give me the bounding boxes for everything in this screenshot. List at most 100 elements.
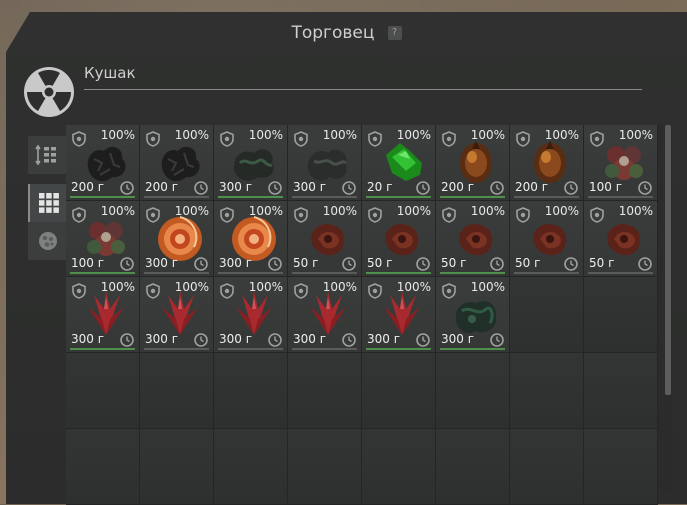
- help-button[interactable]: ?: [387, 25, 402, 40]
- empty-slot[interactable]: [140, 353, 214, 429]
- price-label: 300 г: [145, 332, 179, 346]
- empty-slot[interactable]: [584, 429, 658, 505]
- inventory-slot[interactable]: 100% 50 г: [288, 201, 362, 277]
- empty-slot[interactable]: [436, 429, 510, 505]
- price-label: 300 г: [219, 256, 253, 270]
- empty-slot[interactable]: [510, 353, 584, 429]
- inventory-slot[interactable]: 100% 300 г: [288, 125, 362, 201]
- inventory-slot[interactable]: 100% 50 г: [362, 201, 436, 277]
- scrollbar-thumb[interactable]: [665, 125, 671, 395]
- shield-icon: [516, 131, 530, 147]
- shield-icon: [294, 283, 308, 299]
- empty-slot[interactable]: [214, 429, 288, 505]
- shield-icon: [72, 207, 86, 223]
- empty-slot[interactable]: [584, 277, 658, 353]
- artifact-filter-button[interactable]: [28, 222, 68, 260]
- durability-label: 100%: [100, 280, 135, 294]
- inventory-slot[interactable]: 100% 200 г: [140, 125, 214, 201]
- price-label: 50 г: [589, 256, 615, 270]
- shield-icon: [72, 283, 86, 299]
- clock-icon: [268, 257, 282, 271]
- price-label: 300 г: [293, 332, 327, 346]
- inventory-slot[interactable]: 100% 200 г: [510, 125, 584, 201]
- shield-icon: [368, 207, 382, 223]
- inventory-slot[interactable]: 100% 200 г: [436, 125, 510, 201]
- empty-slot[interactable]: [510, 277, 584, 353]
- clock-icon: [416, 181, 430, 195]
- inventory-slot[interactable]: 100% 200 г: [66, 125, 140, 201]
- shield-icon: [368, 131, 382, 147]
- clock-icon: [194, 181, 208, 195]
- clock-icon: [268, 333, 282, 347]
- shield-icon: [72, 131, 86, 147]
- title-bar: Торговец ?: [6, 22, 687, 48]
- empty-slot[interactable]: [362, 353, 436, 429]
- inventory-slot[interactable]: 100% 300 г: [214, 277, 288, 353]
- clock-icon: [416, 257, 430, 271]
- inventory-grid: 100% 200 г 100% 200 г 100% 300 г 100% 300 г 100%…: [66, 125, 663, 505]
- inventory-slot[interactable]: 100% 50 г: [510, 201, 584, 277]
- shield-icon: [442, 283, 456, 299]
- price-label: 300 г: [145, 256, 179, 270]
- inventory-slot[interactable]: 100% 300 г: [66, 277, 140, 353]
- inventory-slot[interactable]: 100% 300 г: [288, 277, 362, 353]
- inventory-slot[interactable]: 100% 300 г: [362, 277, 436, 353]
- empty-slot[interactable]: [140, 429, 214, 505]
- durability-label: 100%: [470, 204, 505, 218]
- inventory-slot[interactable]: 100% 300 г: [140, 201, 214, 277]
- scrollbar[interactable]: [664, 125, 672, 492]
- durability-label: 100%: [396, 280, 431, 294]
- empty-slot[interactable]: [214, 353, 288, 429]
- inventory-slot[interactable]: 100% 300 г: [436, 277, 510, 353]
- durability-label: 100%: [322, 204, 357, 218]
- empty-slot[interactable]: [288, 353, 362, 429]
- inventory-slot[interactable]: 100% 50 г: [584, 201, 658, 277]
- clock-icon: [120, 333, 134, 347]
- durability-label: 100%: [174, 204, 209, 218]
- clock-icon: [490, 333, 504, 347]
- clock-icon: [342, 181, 356, 195]
- grid-view-button[interactable]: [28, 184, 68, 222]
- inventory-slot[interactable]: 100% 300 г: [140, 277, 214, 353]
- durability-label: 100%: [174, 280, 209, 294]
- durability-label: 100%: [248, 280, 283, 294]
- empty-slot[interactable]: [510, 429, 584, 505]
- inventory-slot[interactable]: 100% 20 г: [362, 125, 436, 201]
- durability-label: 100%: [100, 204, 135, 218]
- artifact-filter-icon: [39, 232, 57, 250]
- price-label: 50 г: [367, 256, 393, 270]
- inventory-slot[interactable]: 100% 300 г: [214, 125, 288, 201]
- clock-icon: [120, 257, 134, 271]
- window-title: Торговец: [291, 22, 375, 43]
- price-label: 300 г: [219, 180, 253, 194]
- empty-slot[interactable]: [584, 353, 658, 429]
- empty-slot[interactable]: [288, 429, 362, 505]
- inventory-slot[interactable]: 100% 100 г: [584, 125, 658, 201]
- shield-icon: [220, 207, 234, 223]
- inventory-slot[interactable]: 100% 50 г: [436, 201, 510, 277]
- inventory-slot[interactable]: 100% 100 г: [66, 201, 140, 277]
- price-label: 20 г: [367, 180, 393, 194]
- price-label: 300 г: [367, 332, 401, 346]
- npc-name: Кушак: [84, 64, 136, 82]
- price-label: 50 г: [515, 256, 541, 270]
- inventory-slot[interactable]: 100% 300 г: [214, 201, 288, 277]
- empty-slot[interactable]: [66, 353, 140, 429]
- sort-button[interactable]: [28, 136, 68, 174]
- shield-icon: [590, 131, 604, 147]
- durability-label: 100%: [248, 204, 283, 218]
- price-label: 300 г: [441, 332, 475, 346]
- empty-slot[interactable]: [436, 353, 510, 429]
- price-label: 100 г: [71, 256, 105, 270]
- shield-icon: [146, 131, 160, 147]
- shield-icon: [220, 283, 234, 299]
- durability-label: 100%: [100, 128, 135, 142]
- price-label: 50 г: [441, 256, 467, 270]
- empty-slot[interactable]: [362, 429, 436, 505]
- empty-slot[interactable]: [66, 429, 140, 505]
- price-label: 100 г: [589, 180, 623, 194]
- clock-icon: [638, 181, 652, 195]
- durability-label: 100%: [322, 128, 357, 142]
- shield-icon: [294, 207, 308, 223]
- durability-label: 100%: [396, 204, 431, 218]
